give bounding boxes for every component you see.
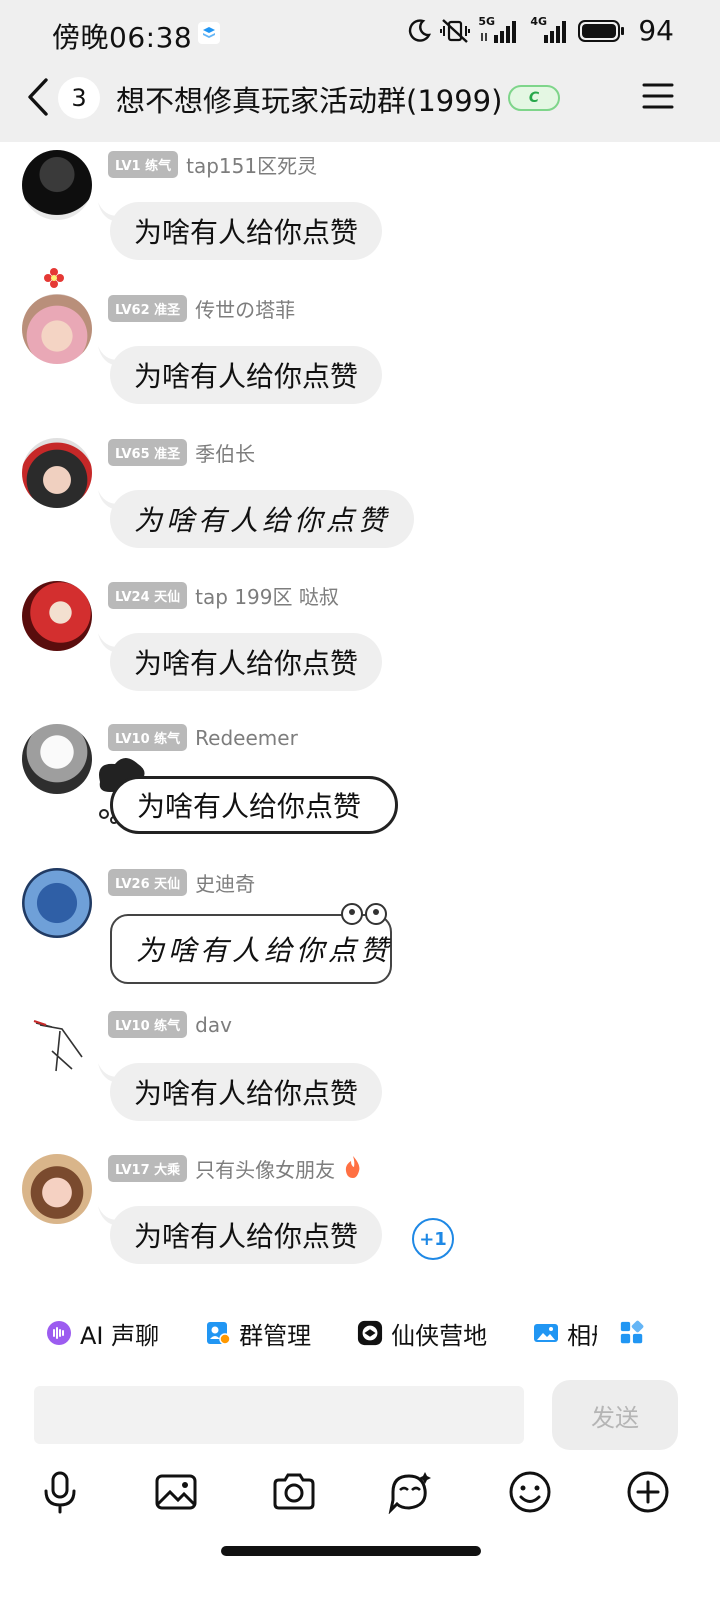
level-badge: LV26 天仙 (108, 869, 188, 896)
quick-action-bar: AI 声聊 群管理 仙侠营地 相册 (0, 1305, 720, 1361)
message-bubble[interactable]: 为啥有人给你点赞 (110, 346, 383, 404)
group-title[interactable]: 想不想修真玩家活动群(1999) (116, 78, 502, 120)
quick-label: AI 声聊 (80, 1321, 160, 1350)
message-bubble[interactable]: 为啥有人给你点赞 (110, 1063, 383, 1121)
message-item: LV26 天仙 史迪奇 为啥有人给你点赞 (0, 860, 720, 1000)
plus-one-button[interactable]: +1 (412, 1218, 454, 1260)
message-input[interactable] (34, 1386, 524, 1444)
image-icon[interactable] (152, 1468, 200, 1516)
group-badge-icon: C (508, 85, 560, 111)
quick-album[interactable]: 相册 (533, 1316, 597, 1351)
quick-camp[interactable]: 仙侠营地 (357, 1316, 487, 1351)
avatar[interactable] (22, 1011, 92, 1081)
sender-meta: LV24 天仙 tap 199区 哒叔 (108, 581, 339, 610)
avatar[interactable] (22, 150, 92, 220)
message-item: LV17 大乘 只有头像女朋友 为啥有人给你点赞 +1 (0, 1146, 720, 1286)
battery-icon (578, 18, 626, 44)
sender-meta: LV1 练气 tap151区死灵 (108, 150, 317, 179)
message-item: LV62 准圣 传世の塔菲 为啥有人给你点赞 (0, 268, 720, 426)
signal-4g-icon: 4G (530, 14, 570, 45)
battery-level: 94 (638, 14, 674, 47)
home-indicator[interactable] (221, 1546, 481, 1556)
sender-name[interactable]: 传世の塔菲 (195, 294, 295, 323)
menu-icon[interactable] (642, 82, 674, 110)
level-badge: LV17 大乘 (108, 1155, 188, 1182)
message-bubble[interactable]: 为啥有人给你点赞 (110, 490, 415, 548)
apps-grid-icon[interactable] (619, 1320, 645, 1346)
net1-label: 5G (478, 14, 496, 28)
avatar[interactable] (22, 868, 92, 938)
avatar[interactable] (22, 581, 92, 651)
sticker-icon[interactable] (386, 1468, 434, 1516)
message-item: LV10 练气 dav 为啥有人给你点赞 (0, 1003, 720, 1143)
emoji-icon[interactable] (506, 1468, 554, 1516)
level-badge: LV24 天仙 (108, 582, 188, 609)
mic-icon[interactable] (36, 1468, 84, 1516)
message-item: LV65 准圣 季伯长 为啥有人给你点赞 (0, 430, 720, 570)
avatar[interactable] (22, 438, 92, 508)
back-button[interactable] (24, 76, 56, 118)
vibrate-off-icon (440, 18, 471, 44)
send-button[interactable]: 发送 (552, 1380, 678, 1450)
top-area: 傍晚06:38 5G 4G 94 3 想不想修真玩家活动群(1999) C (0, 0, 720, 142)
quick-ai-voice[interactable]: AI 声聊 (46, 1316, 159, 1351)
flame-icon (343, 1155, 363, 1183)
plus-icon[interactable] (624, 1468, 672, 1516)
message-item: LV10 练气 Redeemer 为啥有人给你点赞 (0, 716, 720, 856)
net2-label: 4G (530, 14, 548, 28)
sender-meta: LV17 大乘 只有头像女朋友 (108, 1154, 363, 1183)
sender-name[interactable]: Redeemer (195, 726, 298, 750)
avatar[interactable] (22, 294, 92, 364)
level-badge: LV1 练气 (108, 151, 179, 178)
signal-5g-icon: 5G (478, 14, 522, 45)
sender-name[interactable]: dav (195, 1013, 232, 1037)
sender-name[interactable]: 只有头像女朋友 (195, 1154, 335, 1183)
sender-meta: LV10 练气 Redeemer (108, 724, 298, 751)
sender-meta: LV62 准圣 传世の塔菲 (108, 294, 295, 323)
sender-name[interactable]: 季伯长 (195, 438, 255, 467)
unread-count-badge[interactable]: 3 (58, 77, 100, 119)
avatar[interactable] (22, 724, 92, 794)
level-badge: LV65 准圣 (108, 439, 188, 466)
quick-group-manage[interactable]: 群管理 (205, 1316, 311, 1351)
group-manage-icon (205, 1320, 231, 1346)
sender-meta: LV65 准圣 季伯长 (108, 438, 255, 467)
level-badge: LV10 练气 (108, 724, 188, 751)
message-bubble[interactable]: 为啥有人给你点赞 (110, 633, 383, 691)
status-app-icon (198, 22, 220, 44)
sender-name[interactable]: tap151区死灵 (186, 150, 317, 179)
message-bubble[interactable]: 为啥有人给你点赞 (110, 776, 398, 834)
moon-icon (406, 18, 432, 44)
sender-name[interactable]: 史迪奇 (195, 868, 255, 897)
avatar[interactable] (22, 1154, 92, 1224)
album-icon (533, 1320, 559, 1346)
message-item: LV24 天仙 tap 199区 哒叔 为啥有人给你点赞 (0, 573, 720, 713)
message-bubble[interactable]: 为啥有人给你点赞 (110, 1206, 383, 1264)
camera-icon[interactable] (270, 1468, 318, 1516)
quick-label: 相册 (567, 1321, 597, 1350)
camp-icon (357, 1320, 383, 1346)
message-bubble[interactable]: 为啥有人给你点赞 (110, 202, 383, 260)
eyes-decoration-icon (341, 903, 387, 925)
sender-name[interactable]: tap 199区 哒叔 (195, 581, 339, 610)
quick-label: 群管理 (239, 1321, 312, 1350)
ai-voice-icon (46, 1320, 72, 1346)
message-item: LV1 练气 tap151区死灵 为啥有人给你点赞 (0, 142, 720, 282)
status-indicators: 5G 4G 94 (406, 14, 674, 47)
flower-decoration-icon (44, 268, 64, 288)
level-badge: LV10 练气 (108, 1011, 188, 1038)
level-badge: LV62 准圣 (108, 295, 188, 322)
quick-label: 仙侠营地 (391, 1321, 488, 1350)
status-time: 傍晚06:38 (52, 21, 193, 54)
sender-meta: LV26 天仙 史迪奇 (108, 868, 255, 897)
sender-meta: LV10 练气 dav (108, 1011, 232, 1038)
bottom-toolbar (0, 1468, 720, 1524)
